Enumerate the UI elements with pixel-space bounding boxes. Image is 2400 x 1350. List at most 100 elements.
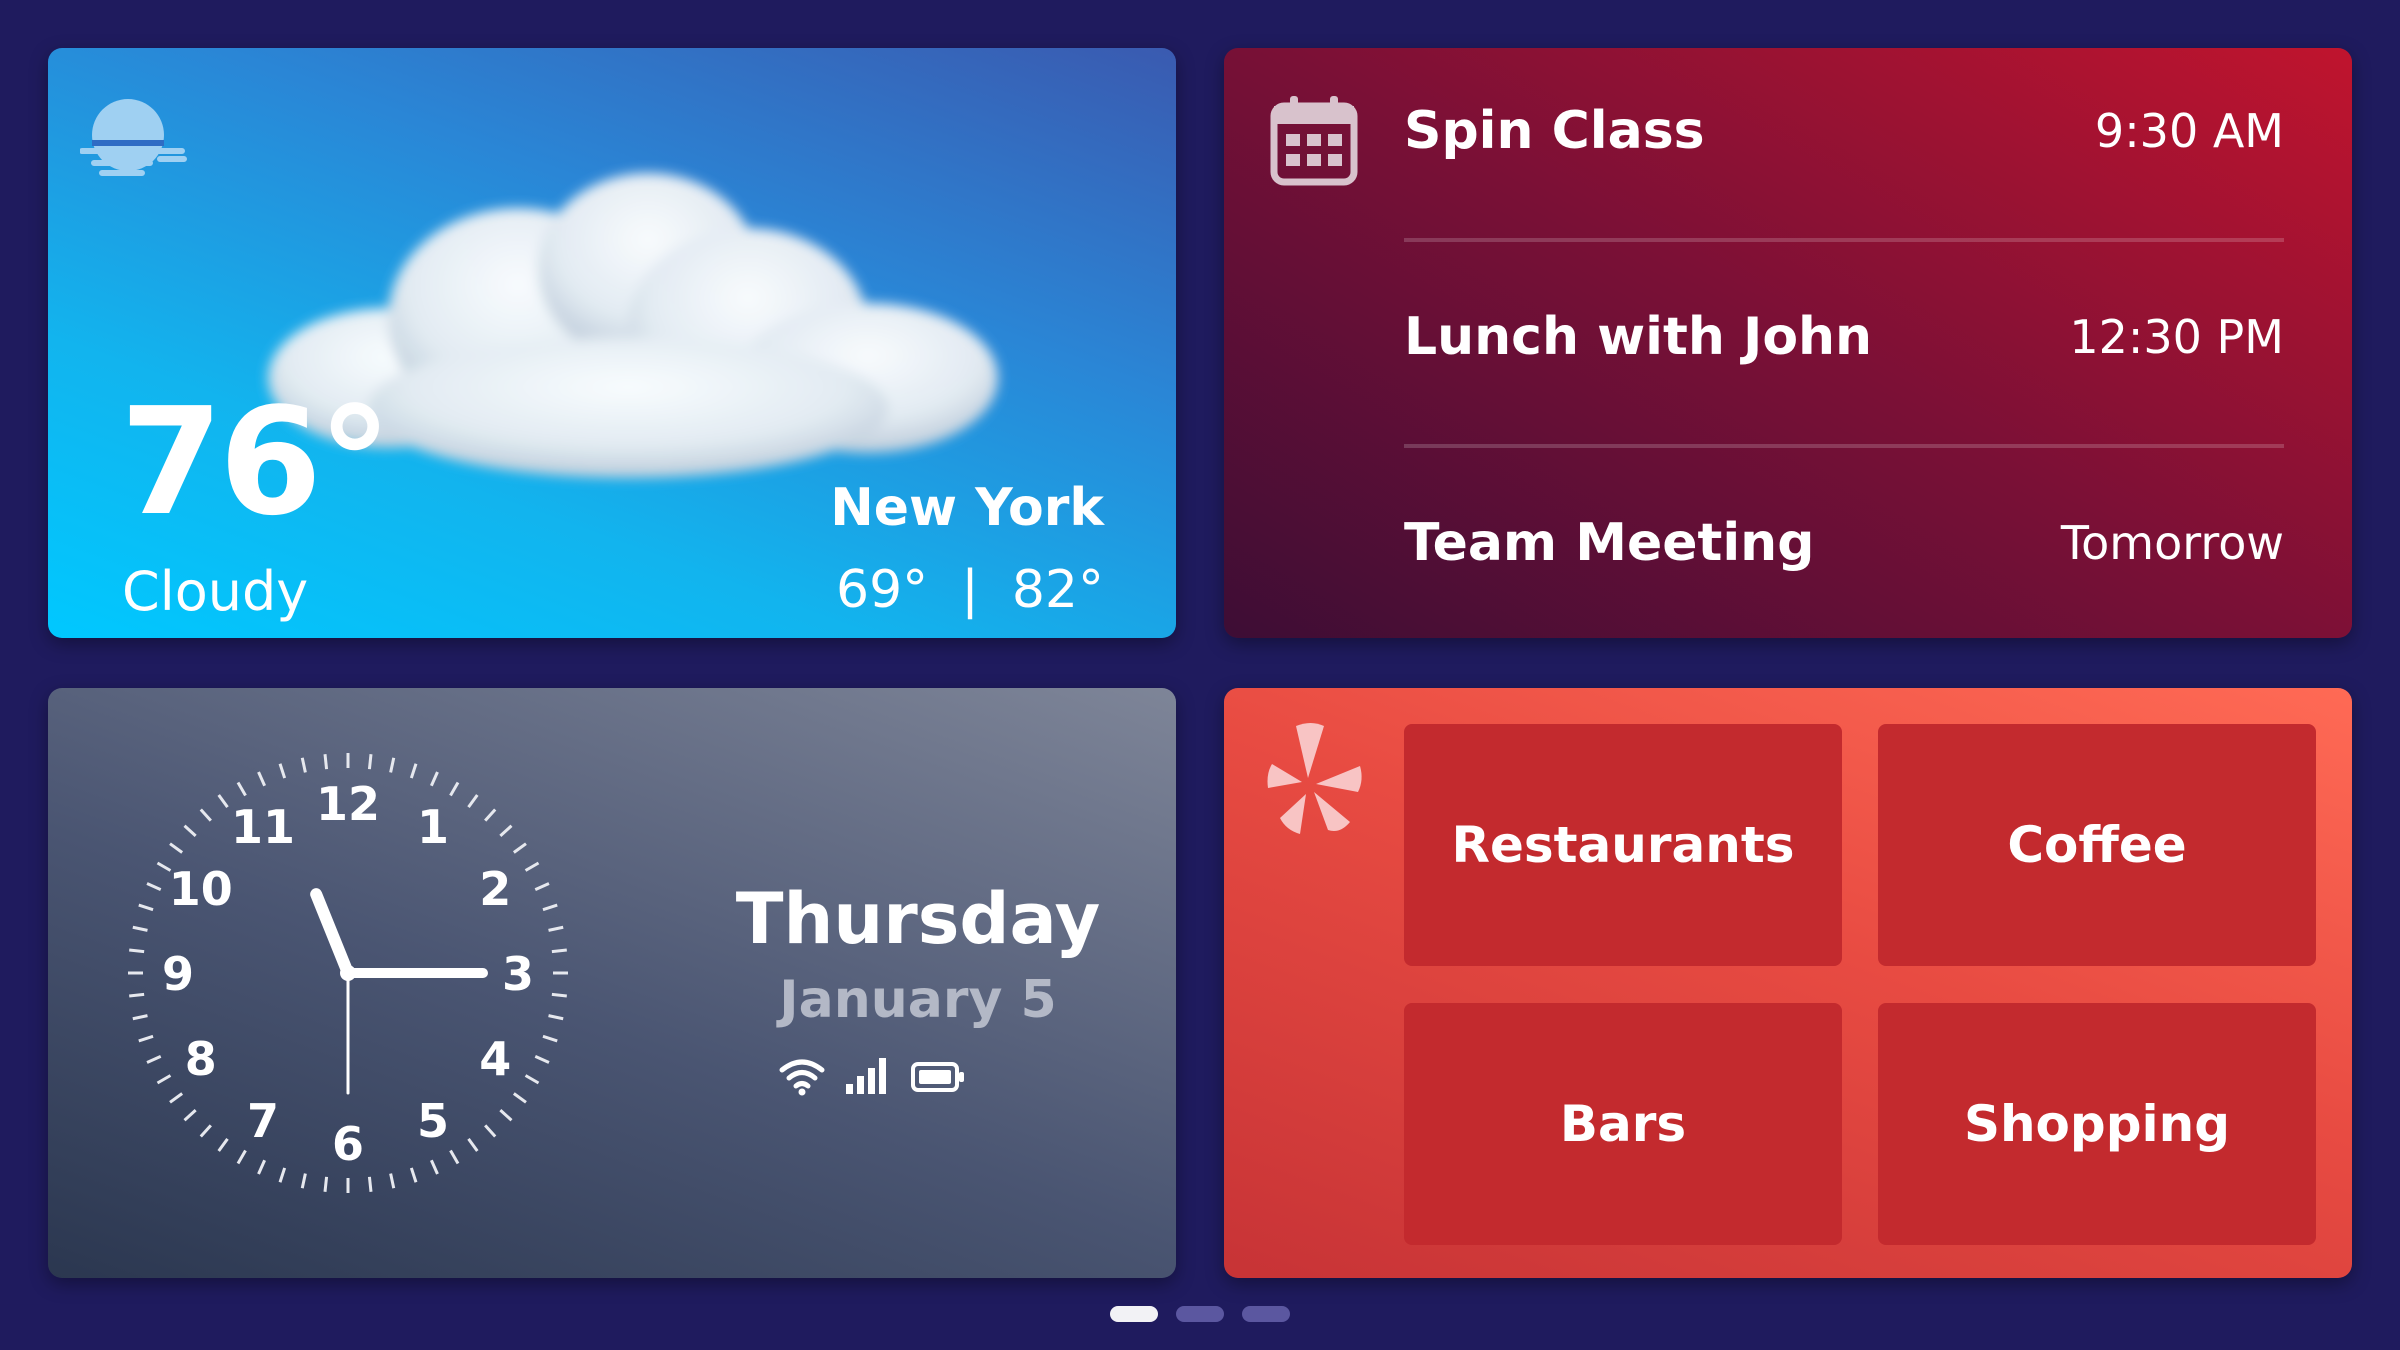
clock-tick: [236, 1149, 247, 1165]
clock-tick: [199, 808, 212, 822]
clock-tick: [449, 781, 460, 797]
wifi-icon: [779, 1059, 825, 1096]
clock-tick: [257, 1159, 266, 1175]
event-time: Tomorrow: [2060, 516, 2284, 570]
weather-card[interactable]: 76° Cloudy New York 69° | 82°: [48, 48, 1176, 638]
clock-tick: [278, 763, 287, 779]
event-row[interactable]: Spin Class 9:30 AM: [1404, 76, 2284, 186]
clock-number: 3: [502, 947, 534, 1001]
clock-tick: [484, 808, 497, 822]
clock-tick: [389, 757, 396, 773]
clock-tick: [169, 1092, 184, 1104]
clock-number: 2: [479, 862, 511, 916]
clock-tick: [183, 1109, 197, 1122]
clock-number: 6: [332, 1117, 364, 1171]
page-dot-active[interactable]: [1110, 1306, 1158, 1322]
clock-number: 11: [231, 800, 295, 854]
clock-tick: [484, 1124, 497, 1138]
clock-number: 1: [417, 800, 449, 854]
clock-tick: [467, 794, 479, 809]
event-title: Spin Class: [1404, 101, 1705, 161]
clock-minute-hand: [310, 888, 354, 979]
event-title: Team Meeting: [1404, 513, 1815, 573]
clock-tick: [138, 903, 154, 912]
clock-tick: [551, 992, 567, 998]
temperature-value: 76°: [120, 376, 392, 548]
temperature-range: 69° | 82°: [836, 560, 1104, 620]
clock-tick: [534, 882, 550, 891]
category-tile-bars[interactable]: Bars: [1404, 1003, 1842, 1245]
category-tile-restaurants[interactable]: Restaurants: [1404, 724, 1842, 966]
clock-tick: [409, 763, 418, 779]
clock-tick: [512, 1092, 527, 1104]
clock-tick: [169, 842, 184, 854]
clock-center: [340, 965, 356, 981]
clock-tick: [534, 1055, 550, 1064]
clock-number: 12: [316, 777, 380, 831]
clock-tick: [467, 1137, 479, 1152]
clock-tick: [129, 948, 145, 954]
clock-number: 8: [185, 1032, 217, 1086]
clock-tick: [199, 1124, 212, 1138]
clock-tick: [132, 925, 148, 932]
clock-tick: [389, 1173, 396, 1189]
event-time: 12:30 PM: [2069, 310, 2284, 364]
clock-tick: [524, 861, 540, 872]
clock-number: 10: [169, 862, 233, 916]
clock-tick: [156, 1074, 172, 1085]
clock-tick: [367, 1176, 373, 1192]
clock-tick: [499, 1109, 513, 1122]
clock-tick: [132, 1014, 148, 1021]
signal-icon: [846, 1058, 886, 1094]
event-row[interactable]: Team Meeting Tomorrow: [1404, 488, 2284, 598]
clock-tick: [217, 1137, 229, 1152]
clock-tick: [449, 1149, 460, 1165]
clock-tick: [323, 1176, 329, 1192]
clock-tick: [409, 1167, 418, 1183]
page-dot[interactable]: [1242, 1306, 1290, 1322]
clock-tick: [323, 754, 329, 770]
category-tile-shopping[interactable]: Shopping: [1878, 1003, 2316, 1245]
clock-tick: [257, 771, 266, 787]
moon-fog-icon: [80, 99, 187, 176]
weather-condition: Cloudy: [122, 560, 309, 623]
clock-number: 4: [479, 1032, 511, 1086]
page-dot[interactable]: [1176, 1306, 1224, 1322]
clock-tick: [542, 903, 558, 912]
clock-tick: [217, 794, 229, 809]
clock-number: 5: [417, 1094, 449, 1148]
clock-tick: [499, 824, 513, 837]
clock-tick: [548, 1014, 564, 1021]
clock-card[interactable]: 12 1 2 3 4 5 6 7 8 9 10 11 Thursday January 5: [48, 688, 1176, 1278]
event-title: Lunch with John: [1404, 307, 1873, 367]
yelp-card: Restaurants Coffee Bars Shopping: [1224, 688, 2352, 1278]
clock-tick: [430, 771, 439, 787]
clock-tick: [183, 824, 197, 837]
clock-tick: [430, 1159, 439, 1175]
clock-tick: [542, 1034, 558, 1043]
clock-tick: [524, 1074, 540, 1085]
city-name: New York: [830, 478, 1104, 538]
battery-icon: [911, 1062, 964, 1092]
divider: [1404, 238, 2284, 242]
clock-tick: [138, 1034, 154, 1043]
clock-number: 7: [247, 1094, 279, 1148]
event-time: 9:30 AM: [2094, 104, 2284, 158]
day-of-week: Thursday: [735, 878, 1101, 960]
divider: [1404, 444, 2284, 448]
date-label: January 5: [779, 970, 1057, 1030]
clock-tick: [146, 882, 162, 891]
yelp-burst-icon: [1267, 723, 1362, 834]
clock-tick: [300, 757, 307, 773]
clock-tick: [367, 754, 373, 770]
category-tile-coffee[interactable]: Coffee: [1878, 724, 2316, 966]
clock-tick: [512, 842, 527, 854]
clock-number: 9: [162, 947, 194, 1001]
analog-clock: 12 12 3 45678 9 10 11: [128, 753, 568, 1193]
calendar-icon: [1270, 96, 1358, 186]
event-row[interactable]: Lunch with John 12:30 PM: [1404, 282, 2284, 392]
clock-tick: [236, 781, 247, 797]
clock-tick: [129, 992, 145, 998]
calendar-card: Spin Class 9:30 AM Lunch with John 12:30…: [1224, 48, 2352, 638]
clock-tick: [278, 1167, 287, 1183]
